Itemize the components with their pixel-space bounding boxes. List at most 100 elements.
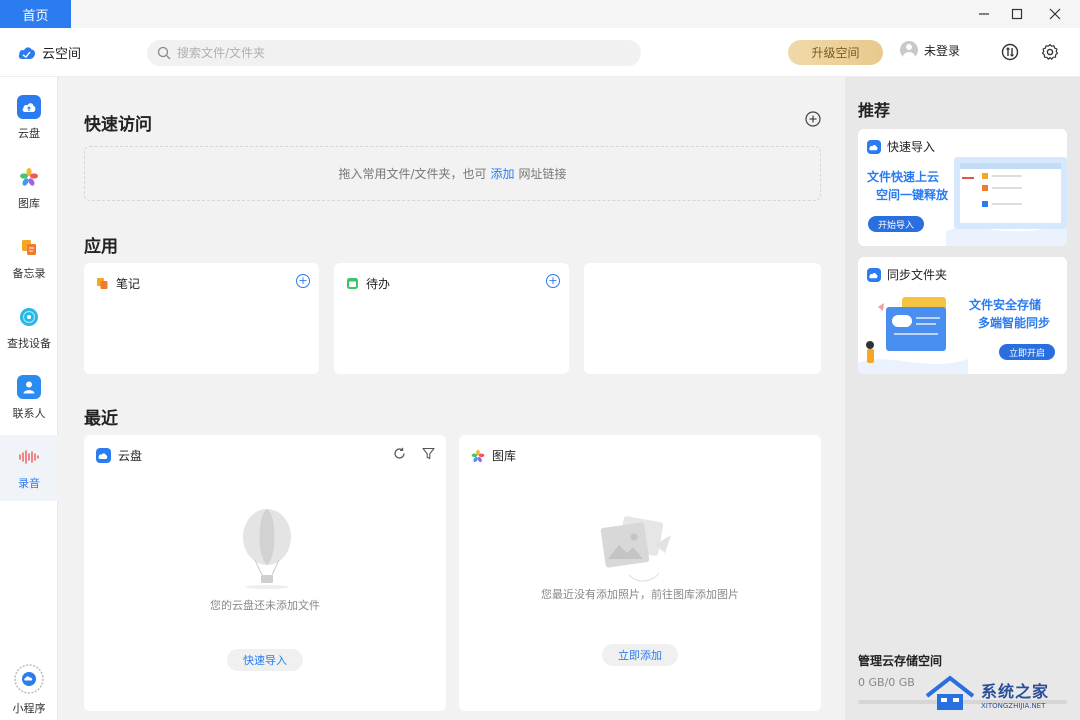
storage-value: 0 GB/0 GB <box>858 676 915 689</box>
start-import-button[interactable]: 开始导入 <box>868 216 925 232</box>
filter-button[interactable] <box>422 447 435 463</box>
app-logo: 云空间 <box>18 43 81 62</box>
sidebar-item-contacts[interactable]: 联系人 <box>0 365 58 431</box>
sidebar-item-gallery[interactable]: 图库 <box>0 155 58 221</box>
app-card-label: 笔记 <box>116 277 141 291</box>
recent-card-head: 云盘 <box>96 447 142 464</box>
sidebar-item-recorder[interactable]: 录音 <box>0 435 58 501</box>
sidebar-item-label: 小程序 <box>12 702 46 715</box>
quick-access-title: 快速访问 <box>84 115 152 135</box>
rec-line-2: 多端智能同步 <box>978 316 1051 330</box>
sidebar-item-cloud-drive[interactable]: 云盘 <box>0 85 58 151</box>
avatar <box>900 41 918 59</box>
recent-card-head: 图库 <box>471 447 516 464</box>
app-card-head: 待办 <box>346 275 390 292</box>
cloud-drive-icon <box>96 448 111 463</box>
apps-title: 应用 <box>84 237 118 257</box>
recent-card-label: 图库 <box>492 449 517 463</box>
transfer-icon <box>1001 43 1019 61</box>
recommend-card-quick-import[interactable]: 快速导入 文件快速上云 空间一键释放 开始导入 <box>858 129 1067 246</box>
upgrade-button[interactable]: 升级空间 <box>788 40 883 65</box>
recommend-card-sync-folder[interactable]: 同步文件夹 文件安全存储 多端智能同步 立即开启 <box>858 257 1067 374</box>
gallery-icon <box>471 449 485 462</box>
add-quick-access-button[interactable] <box>805 111 821 130</box>
mini-program-qr-icon <box>14 664 44 694</box>
notes-app-icon <box>97 278 108 289</box>
cloud-drive-icon <box>867 267 881 282</box>
import-illustration <box>946 153 1067 246</box>
recent-cloud-card: 云盘 您的云盘还未添加文件 快速导入 <box>84 435 446 711</box>
search-icon <box>157 46 171 60</box>
sidebar-item-label: 查找设备 <box>7 337 51 350</box>
quick-import-button[interactable]: 快速导入 <box>227 649 303 671</box>
watermark-title: 系统之家 <box>981 682 1050 701</box>
minimize-icon <box>979 13 989 15</box>
app-card-empty <box>584 263 821 374</box>
find-device-icon <box>17 305 41 329</box>
sidebar-item-label: 备忘录 <box>12 267 46 280</box>
settings-button[interactable] <box>1040 42 1060 62</box>
sidebar: 云盘 图库 备忘录 查找设备 联系人 录音 小程序 <box>0 77 58 720</box>
balloon-illustration <box>232 505 302 594</box>
recent-title: 最近 <box>84 409 118 429</box>
maximize-button[interactable] <box>998 0 1036 28</box>
recent-gallery-card: 图库 您最近没有添加照片，前往图库添加图片 立即添加 <box>459 435 821 711</box>
app-card-todo[interactable]: 待办 + <box>334 263 569 374</box>
refresh-button[interactable] <box>393 447 406 463</box>
add-circle-icon <box>805 111 821 127</box>
app-name: 云空间 <box>42 47 82 62</box>
dropzone-text: 拖入常用文件/文件夹，也可 <box>338 167 487 181</box>
sidebar-item-label: 云盘 <box>18 127 40 140</box>
search-bar[interactable] <box>147 40 641 66</box>
rec-line-1: 文件安全存储 <box>969 298 1042 312</box>
home-tab[interactable]: 首页 <box>0 0 71 28</box>
sidebar-item-label: 联系人 <box>12 407 46 420</box>
main-content: 快速访问 拖入常用文件/文件夹，也可 添加 网址链接 应用 笔记 + 待办 + … <box>58 77 845 720</box>
rec-card-title: 同步文件夹 <box>887 268 948 282</box>
close-button[interactable] <box>1036 0 1074 28</box>
sync-illustration <box>858 293 968 374</box>
dropzone-text-after: 网址链接 <box>518 167 567 181</box>
enable-now-button[interactable]: 立即开启 <box>999 344 1056 360</box>
maximize-icon <box>1011 8 1023 20</box>
rec-card-head: 快速导入 <box>867 138 935 155</box>
add-note-button[interactable]: + <box>296 274 310 288</box>
todo-app-icon <box>347 278 358 289</box>
rec-card-title: 快速导入 <box>887 140 936 154</box>
app-card-head: 笔记 <box>96 275 140 292</box>
watermark-logo: 系统之家 XITONGZHIJIA.NET <box>925 668 1080 720</box>
refresh-icon <box>394 447 405 459</box>
user-label: 未登录 <box>924 43 961 58</box>
sidebar-item-label: 录音 <box>18 477 40 490</box>
notes-icon <box>17 235 41 259</box>
search-input[interactable] <box>177 46 597 60</box>
add-todo-button[interactable]: + <box>546 274 560 288</box>
add-link[interactable]: 添加 <box>491 165 515 182</box>
add-now-button[interactable]: 立即添加 <box>602 644 678 666</box>
house-logo-icon <box>925 675 975 710</box>
app-card-notes[interactable]: 笔记 + <box>84 263 319 374</box>
sidebar-item-find-device[interactable]: 查找设备 <box>0 295 58 361</box>
title-bar: 首页 <box>0 0 1080 28</box>
gallery-empty-text: 您最近没有添加照片，前往图库添加图片 <box>541 588 739 601</box>
rec-line-2: 空间一键释放 <box>876 188 949 202</box>
gallery-icon <box>17 165 41 189</box>
transfer-button[interactable] <box>1000 42 1020 62</box>
storage-title[interactable]: 管理云存储空间 <box>858 652 942 669</box>
recommend-panel: 推荐 快速导入 文件快速上云 空间一键释放 开始导入 同步文件夹 文件安全存储 … <box>845 77 1080 720</box>
rec-card-head: 同步文件夹 <box>867 266 947 283</box>
close-icon <box>1049 8 1061 20</box>
recent-card-label: 云盘 <box>118 449 143 463</box>
sidebar-item-mini-program[interactable]: 小程序 <box>0 657 58 720</box>
rec-line-1: 文件快速上云 <box>867 170 940 184</box>
user-login[interactable]: 未登录 <box>900 41 960 59</box>
sidebar-item-notes[interactable]: 备忘录 <box>0 225 58 291</box>
recommend-title: 推荐 <box>858 101 891 120</box>
app-header: 云空间 升级空间 未登录 <box>0 28 1080 77</box>
cloud-drive-icon <box>17 95 41 119</box>
gear-icon <box>1041 43 1059 60</box>
photo-illustration <box>599 515 679 590</box>
quick-access-dropzone[interactable]: 拖入常用文件/文件夹，也可 添加 网址链接 <box>84 146 821 201</box>
cloud-empty-text: 您的云盘还未添加文件 <box>210 599 320 612</box>
cloud-logo-icon <box>18 46 36 59</box>
